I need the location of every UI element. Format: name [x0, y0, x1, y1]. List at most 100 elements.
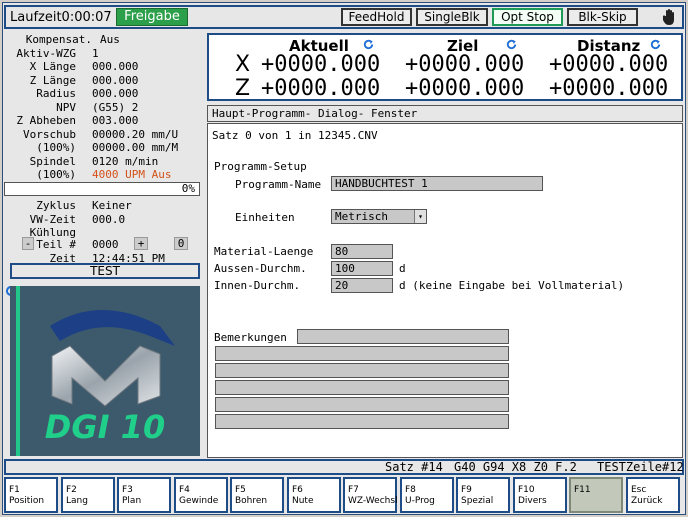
bemerkung-line-3[interactable]: [215, 363, 509, 378]
f9-spezial-key[interactable]: F9 Spezial: [456, 477, 510, 513]
ziel-refresh-icon[interactable]: [505, 38, 518, 51]
fkey-label: Plan: [122, 496, 142, 506]
kompensat-label: Kompensat.: [25, 33, 92, 46]
dialog-window: Satz 0 von 1 in 12345.CNV Programm-Setup…: [207, 123, 683, 458]
z-aktuell-value: +0000.000: [261, 76, 381, 101]
runtime-display: Laufzeit0:00:07: [10, 10, 112, 25]
bemerkung-line-2[interactable]: [215, 346, 509, 361]
fkey-label: Lang: [66, 496, 88, 506]
fkey-label: U-Prog: [405, 496, 435, 506]
aktuell-refresh-icon[interactable]: [362, 38, 375, 51]
bemerkung-line-5[interactable]: [215, 397, 509, 412]
test-button[interactable]: TEST: [10, 263, 200, 279]
setup-title: Programm-Setup: [214, 160, 307, 173]
teil-count: 0: [174, 237, 188, 250]
singleblk-button[interactable]: SingleBlk: [416, 8, 488, 26]
logo-text: DGI 10: [45, 408, 165, 446]
innen-durchm-label: Innen-Durchm.: [214, 279, 301, 292]
fkey-code: F10: [518, 485, 535, 495]
radius-label: Radius: [36, 87, 76, 100]
teil-value: 0000: [92, 238, 119, 251]
material-laenge-label: Material-Laenge: [214, 245, 314, 258]
fkey-code: F5: [235, 485, 246, 495]
aktiv-wzg-value: 1: [92, 47, 99, 60]
npv-label: NPV: [56, 101, 76, 114]
einheiten-select[interactable]: Metrisch ▾: [331, 209, 427, 224]
status-zeile: TESTZeile#12: [597, 460, 684, 474]
fkey-label: WZ-Wechsl: [348, 496, 398, 506]
fkey-code: F3: [122, 485, 133, 495]
f3-plan-key[interactable]: F3 Plan: [117, 477, 171, 513]
distanz-refresh-icon[interactable]: [649, 38, 662, 51]
bemerkung-line-1[interactable]: [297, 329, 509, 344]
function-key-bar: F1 Position F2 Lang F3 Plan F4 Gewinde F…: [4, 477, 684, 513]
fkey-code: F11: [574, 485, 591, 495]
axis-display: Aktuell Ziel Distanz X +0000.000 +0000.0…: [207, 33, 683, 101]
vorschub-override-label: (100%): [36, 141, 76, 154]
f4-gewinde-key[interactable]: F4 Gewinde: [174, 477, 228, 513]
status-satz: Satz #14: [385, 460, 443, 474]
fkey-code: F1: [9, 485, 20, 495]
teil-plus-button[interactable]: +: [134, 237, 148, 250]
z-abheben-value: 003.000: [92, 114, 139, 127]
f10-divers-key[interactable]: F10 Divers: [513, 477, 567, 513]
innen-unit-note: d (keine Eingabe bei Vollmaterial): [399, 279, 625, 292]
vorschub-label: Vorschub: [23, 128, 76, 141]
bemerkungen-label: Bemerkungen: [214, 331, 287, 344]
material-laenge-input[interactable]: 80: [331, 244, 393, 259]
npv-value: (G55) 2: [92, 101, 139, 114]
freigabe-indicator[interactable]: Freigabe: [116, 8, 188, 26]
aussen-durchm-input[interactable]: 100: [331, 261, 393, 276]
fkey-label: Zurück: [631, 496, 663, 506]
spindel-label: Spindel: [29, 155, 76, 168]
blkskip-button[interactable]: Blk-Skip: [567, 8, 638, 26]
f11-key: F11: [569, 477, 623, 513]
status-codes: G40 G94 X8 Z0 F.2: [454, 460, 577, 474]
fkey-label: Gewinde: [179, 496, 219, 506]
f7-wz-wechsl-key[interactable]: F7 WZ-Wechsl: [343, 477, 398, 513]
fkey-label: Spezial: [461, 496, 494, 506]
innen-durchm-input[interactable]: 20: [331, 278, 393, 293]
fkey-code: F7: [348, 485, 359, 495]
dgi-logo: DGI 10: [10, 286, 200, 456]
radius-value: 000.000: [92, 87, 139, 100]
programm-name-label: Programm-Name: [235, 178, 322, 191]
dropdown-arrow-icon[interactable]: ▾: [414, 210, 426, 223]
fkey-label: Nute: [292, 496, 314, 506]
einheiten-label: Einheiten: [235, 211, 295, 224]
f5-bohren-key[interactable]: F5 Bohren: [230, 477, 284, 513]
status-panel: Kompensat. Aus Aktiv-WZG 1 X Länge 000.000 …: [4, 33, 204, 458]
optstop-button[interactable]: Opt Stop: [492, 8, 563, 26]
fkey-label: Divers: [518, 496, 547, 506]
einheiten-value: Metrisch: [335, 210, 388, 223]
zyklus-value: Keiner: [92, 199, 132, 212]
aussen-unit: d: [399, 262, 406, 275]
f1-position-key[interactable]: F1 Position: [4, 477, 58, 513]
feedhold-button[interactable]: FeedHold: [341, 8, 412, 26]
f2-lang-key[interactable]: F2 Lang: [61, 477, 115, 513]
f6-nute-key[interactable]: F6 Nute: [287, 477, 341, 513]
x-aktuell-value: +0000.000: [261, 52, 381, 77]
fkey-code: F2: [66, 485, 77, 495]
bemerkung-line-4[interactable]: [215, 380, 509, 395]
z-abheben-label: Z Abheben: [16, 114, 76, 127]
x-axis-label: X: [235, 52, 251, 77]
z-distanz-value: +0000.000: [549, 76, 669, 101]
status-bar: Satz #14 G40 G94 X8 Z0 F.2 TESTZeile#12: [4, 459, 684, 475]
bemerkung-line-6[interactable]: [215, 414, 509, 429]
z-laenge-value: 000.000: [92, 74, 139, 87]
x-distanz-value: +0000.000: [549, 52, 669, 77]
kompensat-value: Aus: [100, 33, 120, 46]
vw-zeit-value: 000.0: [92, 213, 126, 226]
dialog-header: Haupt-Programm- Dialog- Fenster: [207, 105, 683, 122]
hand-icon[interactable]: [662, 8, 676, 26]
esc-zurueck-key[interactable]: Esc Zurück: [626, 477, 680, 513]
f8-u-prog-key[interactable]: F8 U-Prog: [400, 477, 454, 513]
fkey-code: F8: [405, 485, 416, 495]
programm-name-input[interactable]: HANDBUCHTEST 1: [331, 176, 543, 191]
progress-label: 0%: [181, 182, 195, 195]
z-laenge-label: Z Länge: [29, 74, 76, 87]
fkey-code: Esc: [631, 485, 647, 495]
spindel-override-label: (100%): [36, 168, 76, 181]
x-laenge-label: X Länge: [29, 60, 76, 73]
